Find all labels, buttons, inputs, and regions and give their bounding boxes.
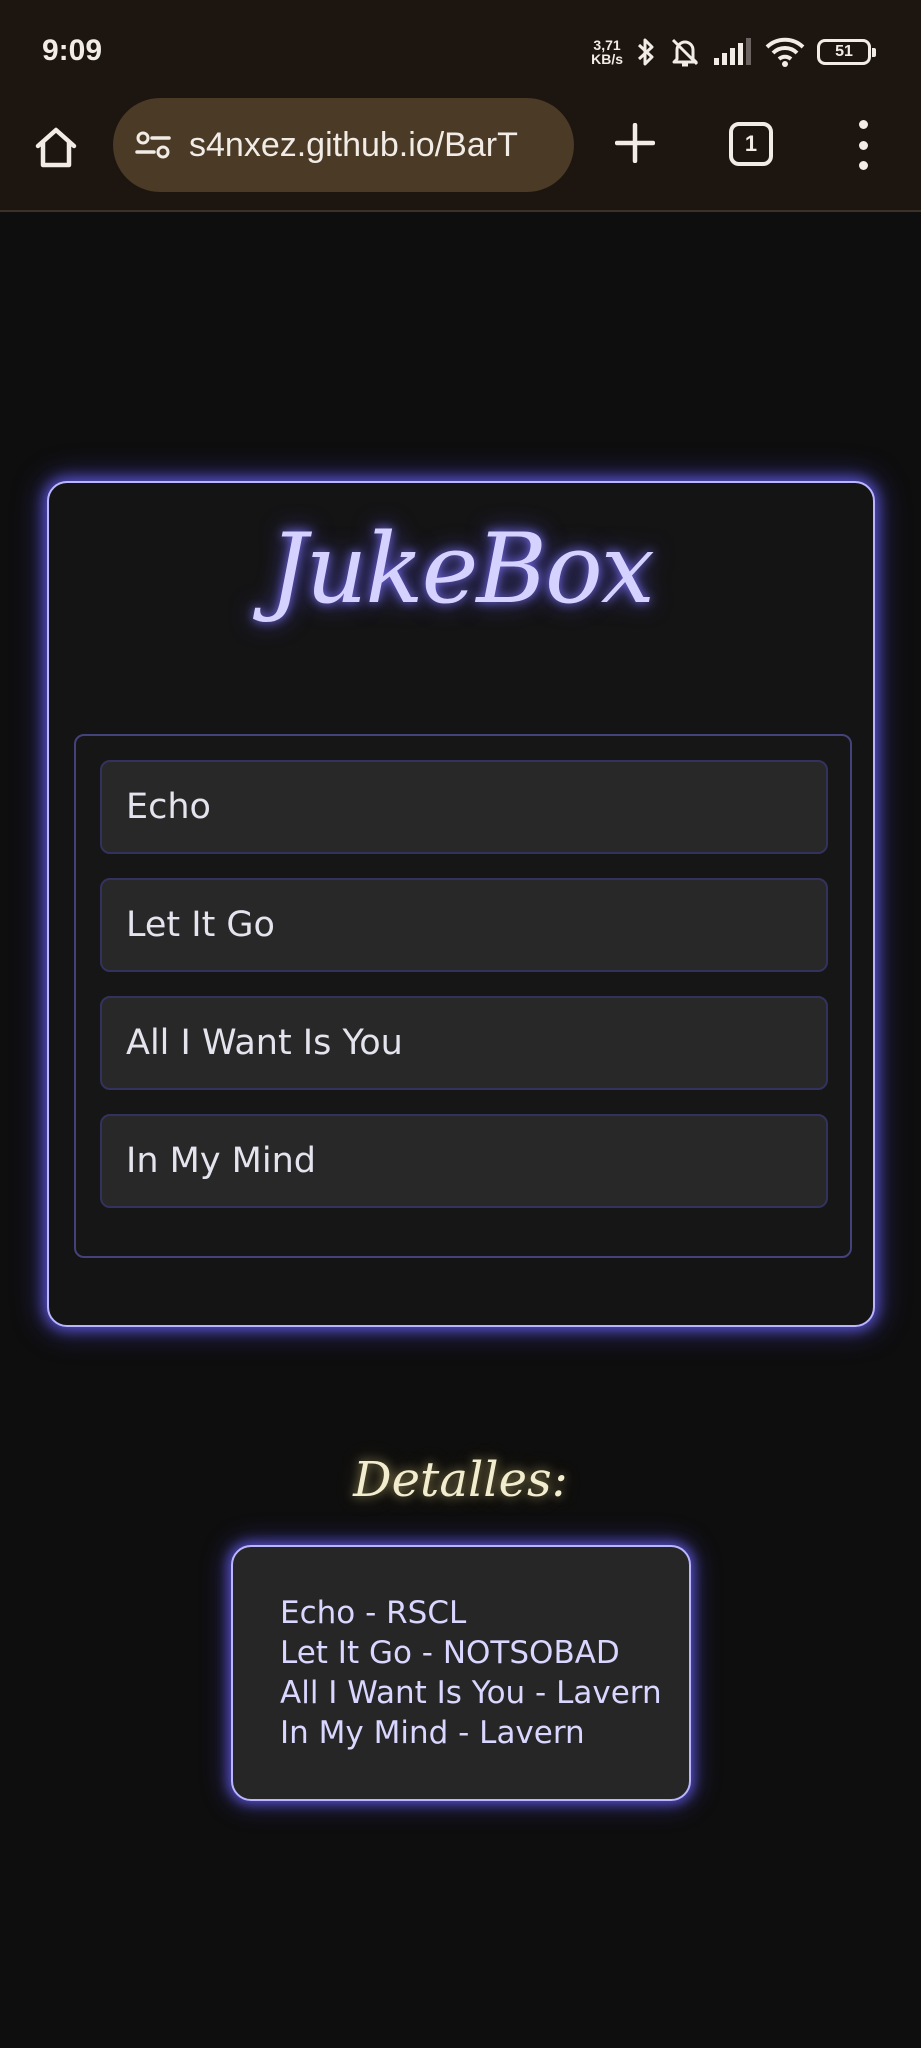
site-settings-icon[interactable] xyxy=(135,130,171,160)
network-speed-value: 3,71 xyxy=(593,37,621,53)
details-line: Let It Go - NOTSOBAD xyxy=(280,1635,620,1671)
jukebox-title: JukeBox xyxy=(269,513,655,625)
details-line: Echo - RSCL xyxy=(280,1595,467,1631)
details-heading: Detalles: xyxy=(353,1452,568,1508)
bluetooth-icon xyxy=(637,38,654,66)
jukebox-card: JukeBox Echo Let It Go All I Want Is You… xyxy=(47,481,875,1327)
song-list: Echo Let It Go All I Want Is You In My M… xyxy=(74,734,852,1258)
details-card: Echo - RSCL Let It Go - NOTSOBAD All I W… xyxy=(231,1545,691,1801)
new-tab-button[interactable] xyxy=(609,117,661,169)
signal-icon xyxy=(714,38,751,65)
menu-dot xyxy=(858,161,868,170)
details-line: All I Want Is You - Lavern xyxy=(280,1675,662,1711)
browser-toolbar: s4nxez.github.io/BarT 1 xyxy=(0,98,921,212)
home-icon xyxy=(35,127,77,168)
tab-count: 1 xyxy=(744,131,758,156)
tabs-icon[interactable]: 1 xyxy=(729,122,773,166)
more-icon[interactable] xyxy=(850,120,876,170)
song-item-let-it-go[interactable]: Let It Go xyxy=(100,878,828,972)
menu-dot xyxy=(858,120,868,129)
url-text: s4nxez.github.io/BarT xyxy=(189,125,518,164)
battery-icon: 51 xyxy=(817,39,876,65)
home-button[interactable] xyxy=(30,122,82,174)
song-item-echo[interactable]: Echo xyxy=(100,760,828,854)
menu-dot xyxy=(858,140,868,150)
status-bar: 9:09 3,71 KB/s 51 xyxy=(0,0,921,100)
status-icons: 3,71 KB/s 51 xyxy=(591,34,876,70)
network-speed-unit: KB/s xyxy=(591,51,623,67)
battery-level: 51 xyxy=(835,43,853,60)
status-time: 9:09 xyxy=(42,34,103,67)
network-speed: 3,71 KB/s xyxy=(591,38,623,66)
address-bar[interactable]: s4nxez.github.io/BarT xyxy=(113,98,574,192)
bell-muted-icon xyxy=(671,38,699,67)
new-tab-icon xyxy=(615,123,655,163)
song-item-all-i-want-is-you[interactable]: All I Want Is You xyxy=(100,996,828,1090)
details-line: In My Mind - Lavern xyxy=(280,1715,585,1751)
wifi-icon xyxy=(765,37,805,67)
song-item-in-my-mind[interactable]: In My Mind xyxy=(100,1114,828,1208)
